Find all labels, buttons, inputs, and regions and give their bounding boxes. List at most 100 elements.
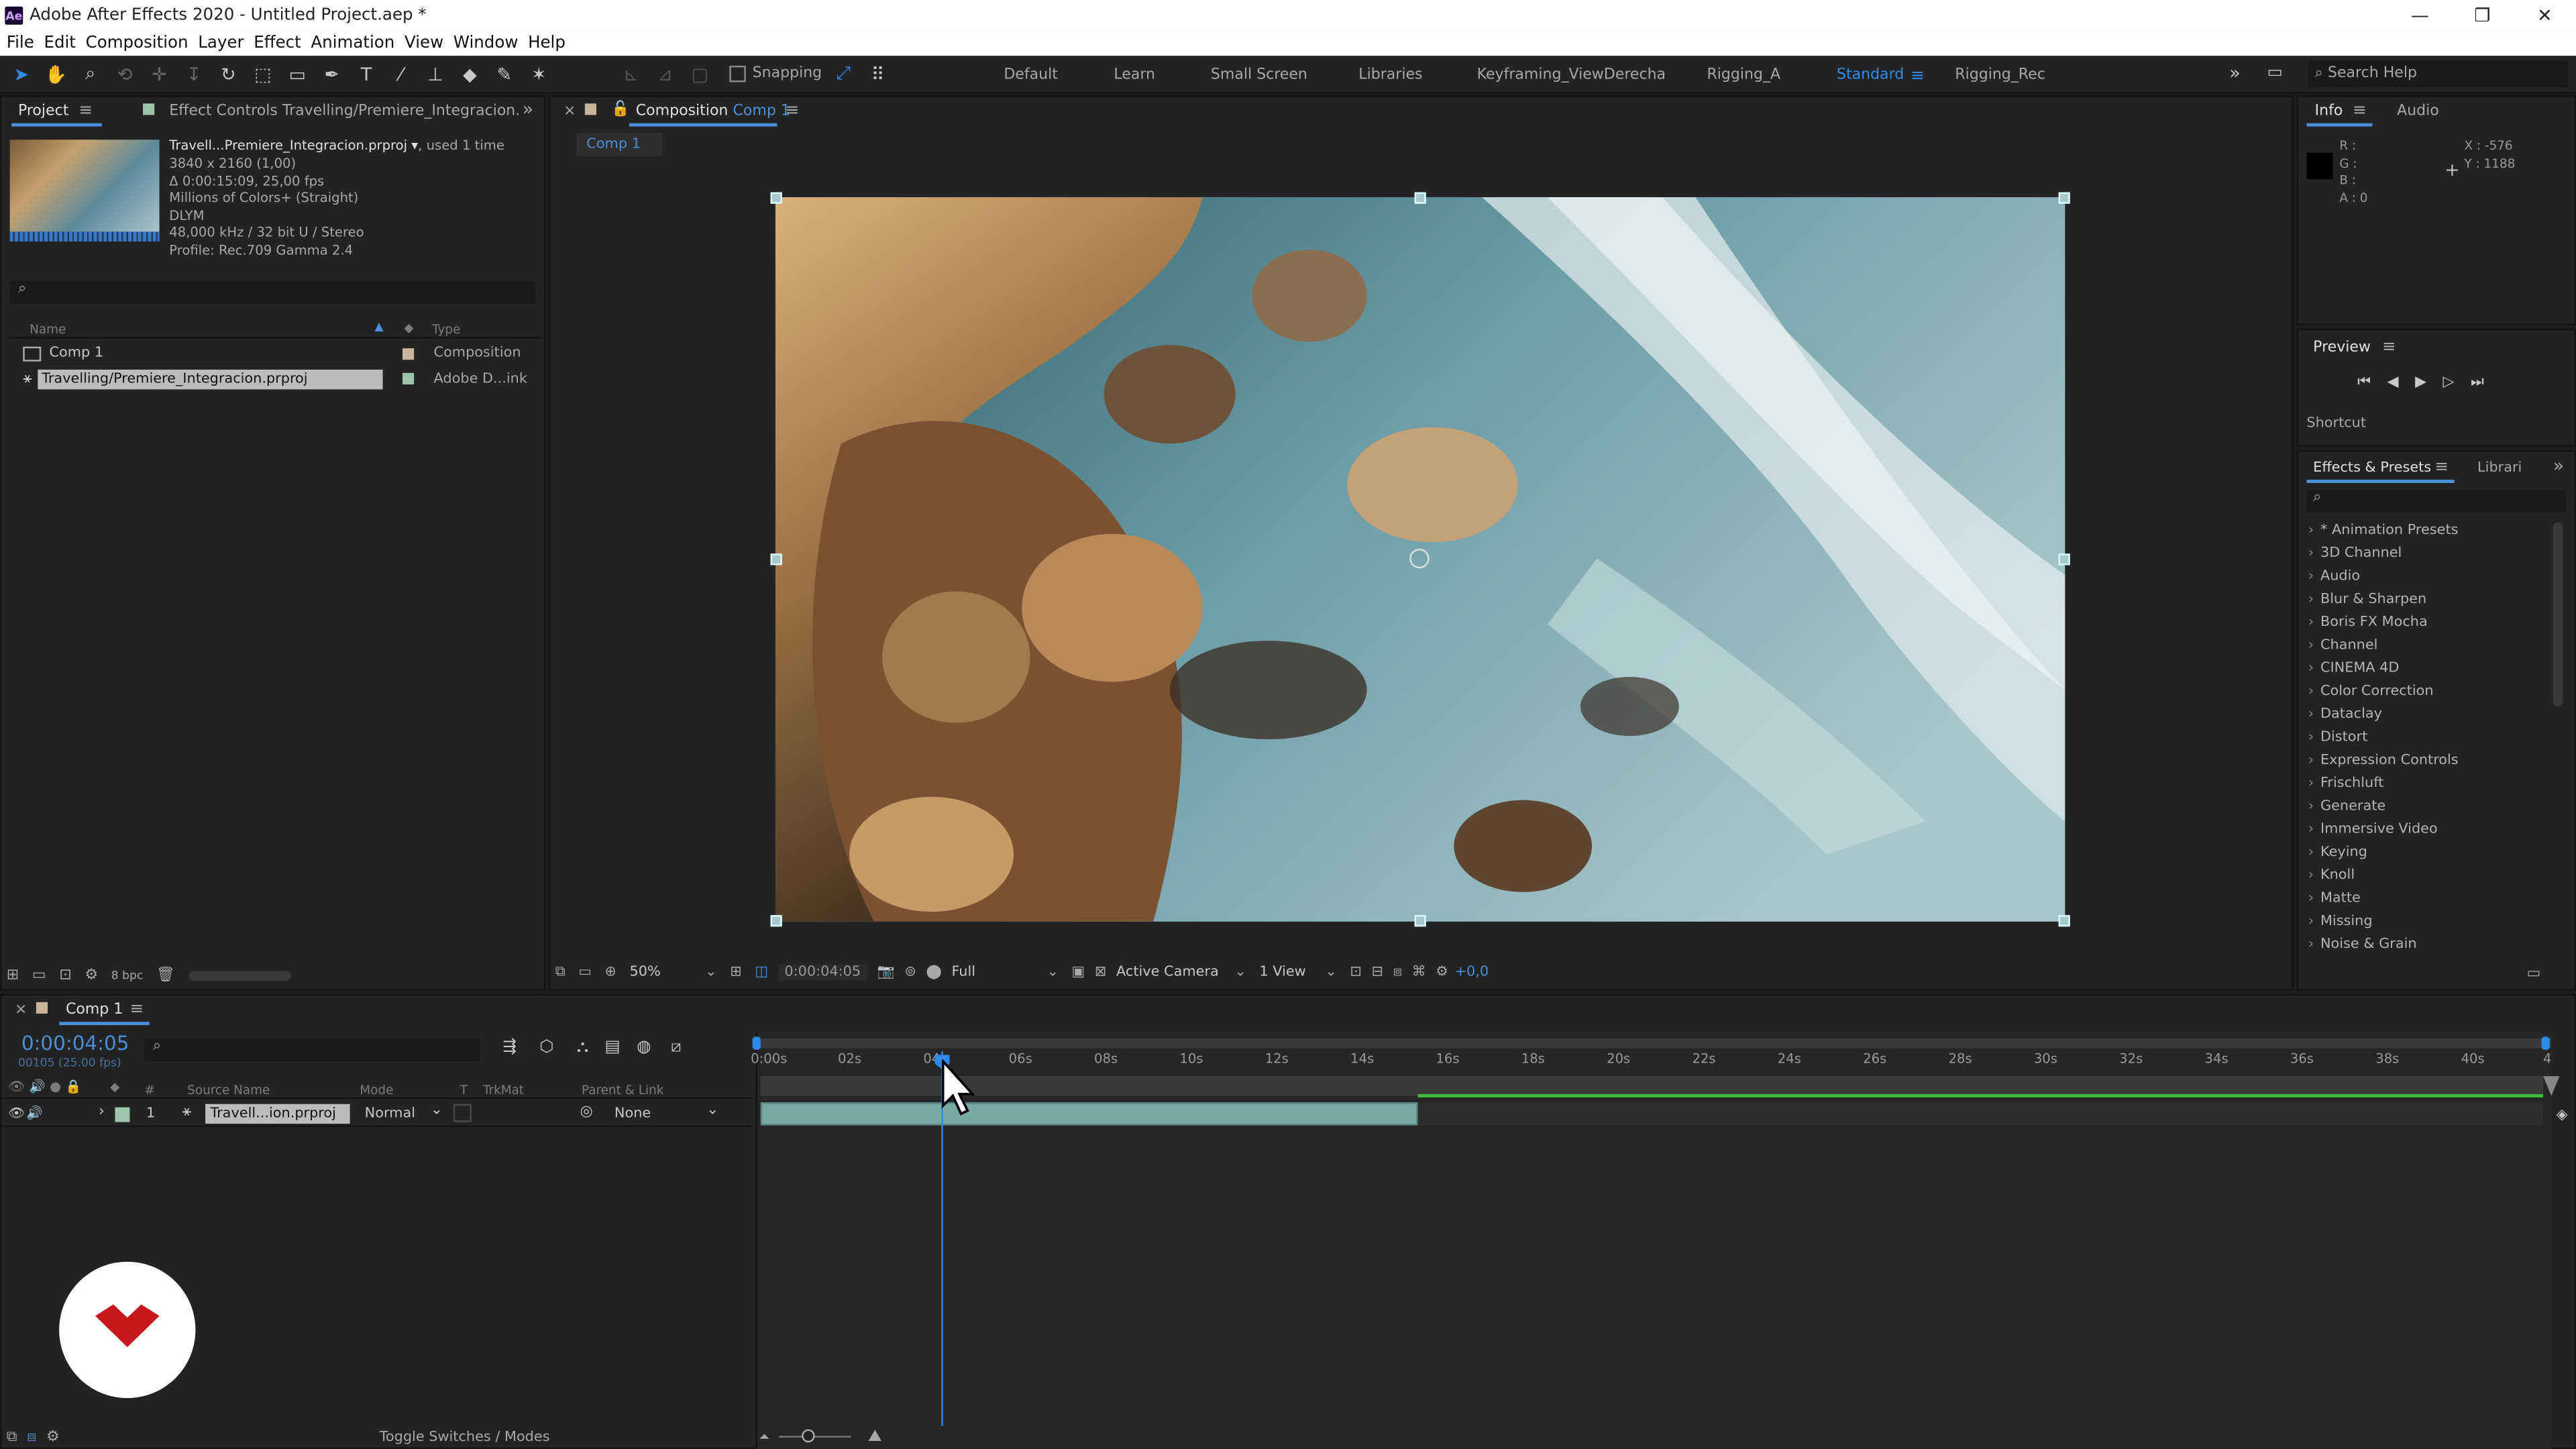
eraser-tool-icon[interactable]: ◆ <box>457 61 483 87</box>
snap-options-icon[interactable]: ⠿ <box>865 61 891 87</box>
project-row-prproj[interactable]: ⚹ Travelling/Premiere_Integracion.prproj… <box>10 368 542 390</box>
tab-audio[interactable]: Audio <box>2397 103 2439 119</box>
effect-category[interactable]: › Missing <box>2308 914 2373 930</box>
next-frame-icon[interactable]: ▷ <box>2443 374 2455 390</box>
tab-libraries[interactable]: Librari <box>2477 460 2522 476</box>
menu-file[interactable]: File <box>7 34 34 52</box>
show-snapshot-icon[interactable]: ⊚ <box>904 965 916 981</box>
rotation-tool-icon[interactable]: ↻ <box>215 61 241 87</box>
transparency-grid-icon[interactable]: ⊠ <box>1095 965 1106 981</box>
transform-handle-l[interactable] <box>770 553 782 566</box>
column-parent-link[interactable]: Parent & Link <box>582 1083 663 1097</box>
snapping-toggle[interactable]: Snapping <box>729 65 822 83</box>
effect-category[interactable]: › Immersive Video <box>2308 821 2438 837</box>
effect-category[interactable]: › Channel <box>2308 637 2378 653</box>
region-icon[interactable]: ◫ <box>755 965 768 981</box>
toggle-switches-modes-button[interactable]: Toggle Switches / Modes <box>380 1430 550 1446</box>
workspace-rigging-a[interactable]: Rigging_A <box>1707 67 1780 83</box>
column-type[interactable]: Type <box>432 322 460 337</box>
motion-blur-icon[interactable]: ◍ <box>637 1038 651 1057</box>
composition-panel-menu-icon[interactable]: ≡ <box>786 102 800 120</box>
workspace-learn[interactable]: Learn <box>1114 67 1155 83</box>
effect-category[interactable]: › Keying <box>2308 845 2367 861</box>
transfer-controls-icon[interactable]: ⧈ <box>27 1430 36 1446</box>
transform-handle-tr[interactable] <box>2058 192 2070 204</box>
puppet-tool-icon[interactable]: ✶ <box>526 61 552 87</box>
column-mode[interactable]: Mode <box>360 1083 393 1097</box>
transform-handle-r[interactable] <box>2058 553 2070 566</box>
view-axis-icon[interactable]: ▢ <box>687 61 713 87</box>
effects-scrollbar[interactable] <box>2553 522 2563 707</box>
workspace-default[interactable]: Default <box>1004 67 1058 83</box>
draft-3d-icon[interactable]: ⬡ <box>539 1038 553 1057</box>
pick-whip-icon[interactable]: ◎ <box>580 1104 592 1120</box>
menu-composition[interactable]: Composition <box>86 34 189 52</box>
layer-source-name[interactable]: Travell...ion.prproj <box>205 1104 350 1124</box>
chevron-down-icon[interactable]: ⌄ <box>1234 965 1246 981</box>
fast-draft-icon[interactable]: ⊟ <box>1372 965 1383 981</box>
effect-category[interactable]: › Frischluft <box>2308 775 2384 792</box>
chevron-down-icon[interactable]: ⌄ <box>1046 965 1058 981</box>
tab-info[interactable]: Info <box>2315 103 2343 119</box>
project-panel-menu-icon[interactable]: ≡ <box>79 102 93 120</box>
fast-previews-icon[interactable]: ▣ <box>1072 965 1085 981</box>
effect-category[interactable]: › Distort <box>2308 729 2367 745</box>
column-trkmat[interactable]: TrkMat <box>483 1083 524 1097</box>
local-axis-icon[interactable]: ⊾ <box>618 61 644 87</box>
effect-category[interactable]: › Boris FX Mocha <box>2308 614 2428 631</box>
panel-overflow-icon[interactable]: » <box>2553 455 2564 476</box>
transform-handle-tl[interactable] <box>770 192 782 204</box>
close-tab-icon[interactable]: × <box>15 1002 27 1018</box>
resolution-dropdown[interactable]: Full <box>951 965 1040 981</box>
effects-search-input[interactable]: ⌕ <box>2306 489 2567 513</box>
snapshot-icon[interactable]: 📷 <box>877 965 895 981</box>
menu-edit[interactable]: Edit <box>44 34 75 52</box>
view-layout-dropdown[interactable]: 1 View <box>1259 965 1318 981</box>
av-switches-icons[interactable]: 👁 🔊 ● 🔒 <box>8 1079 81 1094</box>
frame-blending-icon[interactable]: ▤ <box>605 1038 621 1057</box>
zoom-out-icon[interactable]: ⏶ <box>759 1428 769 1444</box>
pan-tool-icon[interactable]: ✛ <box>146 61 172 87</box>
lock-icon[interactable]: 🔓 <box>611 102 629 118</box>
time-navigator[interactable] <box>755 1038 2552 1049</box>
work-area-bar[interactable] <box>760 1076 2544 1096</box>
in-out-panel-icon[interactable]: ⚙ <box>46 1430 60 1446</box>
column-name[interactable]: Name <box>30 322 66 337</box>
expand-chevron-icon[interactable]: › <box>99 1104 105 1120</box>
rectangle-tool-icon[interactable]: ▭ <box>284 61 311 87</box>
menu-animation[interactable]: Animation <box>311 34 394 52</box>
timeline-icon[interactable]: ⧈ <box>1393 965 1402 981</box>
mask-visibility-icon[interactable]: ⊕ <box>604 965 616 981</box>
transform-handle-br[interactable] <box>2058 915 2070 927</box>
effect-category[interactable]: › 3D Channel <box>2308 545 2402 561</box>
comp-timecode[interactable]: 0:00:04:05 <box>777 964 867 981</box>
workspace-libraries[interactable]: Libraries <box>1358 67 1422 83</box>
thumbnail-slider[interactable] <box>188 971 290 981</box>
tab-composition[interactable]: Composition Comp 1 <box>636 103 790 119</box>
orbit-tool-icon[interactable]: ⟲ <box>112 61 138 87</box>
timeline-panel-menu-icon[interactable]: ≡ <box>129 1000 144 1018</box>
effects-panel-menu-icon[interactable]: ≡ <box>2434 458 2449 476</box>
monitor-icon[interactable]: ▭ <box>578 965 592 981</box>
tab-timeline-comp1[interactable]: Comp 1 <box>66 1002 123 1018</box>
comp-mini-flowchart-icon[interactable]: ⇶ <box>502 1038 517 1057</box>
brush-tool-icon[interactable]: ⁄ <box>388 61 414 87</box>
composition-viewer[interactable] <box>775 197 2065 922</box>
layer-switches-icon[interactable]: ⧉ <box>7 1430 17 1446</box>
layer-duration-bar[interactable] <box>760 1102 1418 1126</box>
comp-breadcrumb[interactable]: Comp 1 <box>576 133 662 156</box>
effect-category[interactable]: › Knoll <box>2308 867 2355 883</box>
zoom-slider[interactable] <box>779 1429 852 1443</box>
menu-help[interactable]: Help <box>528 34 566 52</box>
navigator-start-handle[interactable] <box>752 1036 761 1050</box>
effect-category[interactable]: › Expression Controls <box>2308 753 2459 769</box>
menu-window[interactable]: Window <box>453 34 519 52</box>
workspace-keyframing[interactable]: Keyframing_ViewDerecha <box>1477 67 1666 83</box>
effect-category[interactable]: › Color Correction <box>2308 684 2434 700</box>
workspace-menu-icon[interactable]: ≡ <box>1911 67 1925 85</box>
info-panel-menu-icon[interactable]: ≡ <box>2353 102 2367 120</box>
parent-dropdown[interactable]: None <box>614 1106 651 1122</box>
close-tab-icon[interactable]: × <box>564 103 576 119</box>
exposure-icon[interactable]: ⚙ <box>1436 965 1448 981</box>
world-axis-icon[interactable]: ⊿ <box>652 61 678 87</box>
